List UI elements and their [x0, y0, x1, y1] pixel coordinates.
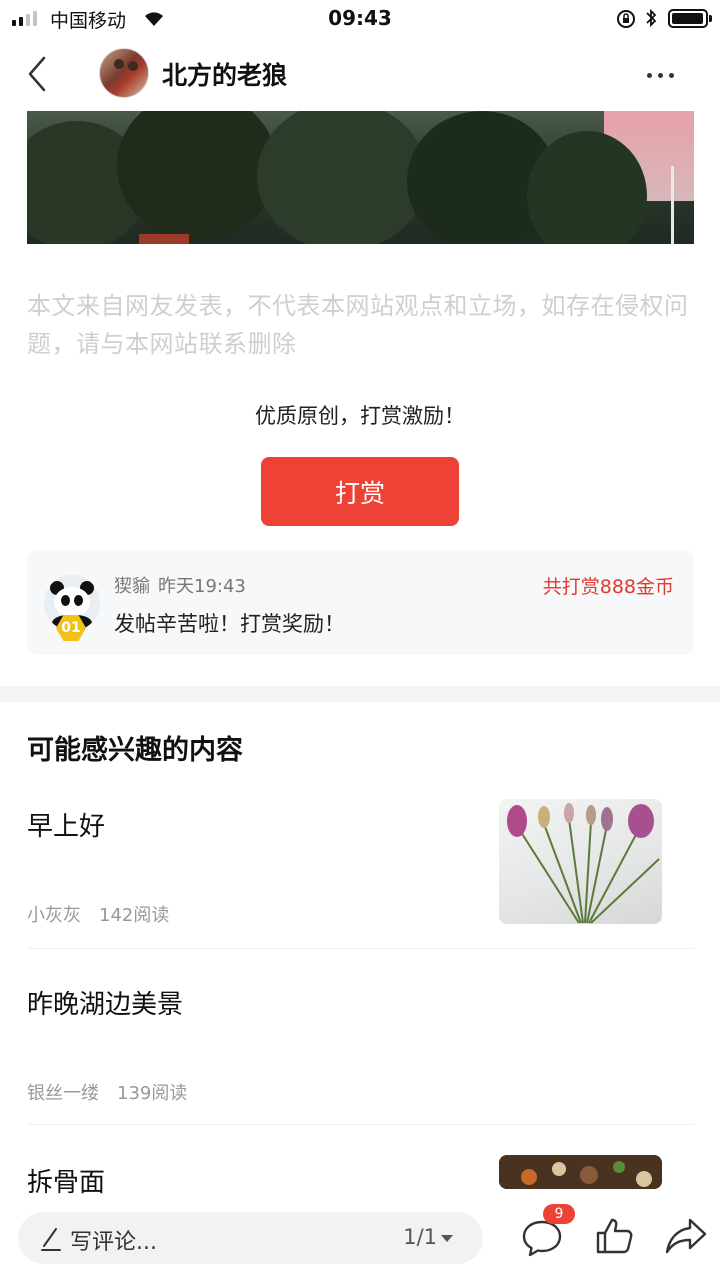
reward-button[interactable]: 打赏 — [261, 457, 459, 526]
more-icon — [646, 72, 652, 78]
article-image[interactable] — [27, 111, 694, 244]
comment-input[interactable]: 写评论... 1/1 — [18, 1212, 483, 1264]
bluetooth-icon — [645, 8, 657, 32]
like-button[interactable] — [594, 1216, 634, 1256]
donor-message: 发帖辛苦啦！打赏奖励！ — [114, 612, 345, 636]
recommendation-thumbnail[interactable] — [499, 799, 662, 924]
caret-down-icon — [441, 1234, 453, 1242]
disclaimer-text: 本文来自网友发表，不代表本网站观点和立场，如存在侵权问题，请与本网站联系删除 — [27, 292, 689, 358]
more-button[interactable] — [640, 60, 680, 90]
author-avatar[interactable] — [99, 48, 149, 98]
reward-record-card[interactable]: 01 猰貐 昨天19:43 共打赏888金币 发帖辛苦啦！打赏奖励！ — [27, 550, 694, 655]
clock-time: 09:43 — [328, 6, 392, 30]
page-selector[interactable]: 1/1 — [403, 1225, 453, 1249]
recommendation-title[interactable]: 昨晚湖边美景 — [27, 984, 183, 1021]
status-bar: 中国移动 09:43 — [0, 0, 720, 38]
share-button[interactable] — [664, 1216, 708, 1256]
recommendation-title[interactable]: 拆骨面 — [27, 1162, 105, 1199]
section-divider — [0, 686, 720, 702]
recommendations-title: 可能感兴趣的内容 — [27, 735, 243, 766]
recommendation-reads: 139阅读 — [117, 1083, 188, 1104]
pen-icon — [40, 1226, 62, 1256]
battery-icon — [668, 9, 712, 28]
comment-count-badge: 9 — [543, 1204, 575, 1224]
recommendation-author: 小灰灰 — [27, 905, 81, 926]
donor-meta: 猰貐 昨天19:43 — [114, 572, 246, 598]
top-nav-bar: 北方的老狼 — [0, 38, 720, 110]
recommendation-meta: 小灰灰 142阅读 — [27, 901, 169, 927]
thumbs-up-icon — [596, 1218, 633, 1254]
share-icon — [665, 1218, 707, 1254]
donor-name[interactable]: 猰貐 — [114, 576, 150, 597]
reward-prompt: 优质原创，打赏激励！ — [255, 404, 465, 428]
rotation-lock-icon — [616, 9, 636, 33]
comment-placeholder: 写评论... — [70, 1230, 157, 1255]
recommendation-author: 银丝一缕 — [27, 1083, 99, 1104]
reward-time: 昨天19:43 — [158, 576, 246, 597]
recommendation-title[interactable]: 早上好 — [27, 806, 105, 843]
recommendation-meta: 银丝一缕 139阅读 — [27, 1079, 187, 1105]
author-name[interactable]: 北方的老狼 — [162, 56, 287, 92]
recommendation-reads: 142阅读 — [99, 905, 170, 926]
reward-total: 共打赏888金币 — [542, 576, 674, 598]
back-icon — [28, 56, 46, 92]
back-button[interactable] — [18, 52, 58, 96]
bottom-action-bar: 写评论... 1/1 9 — [0, 1196, 720, 1280]
page-indicator: 1/1 — [403, 1225, 437, 1249]
recommendation-thumbnail[interactable] — [499, 1155, 662, 1189]
